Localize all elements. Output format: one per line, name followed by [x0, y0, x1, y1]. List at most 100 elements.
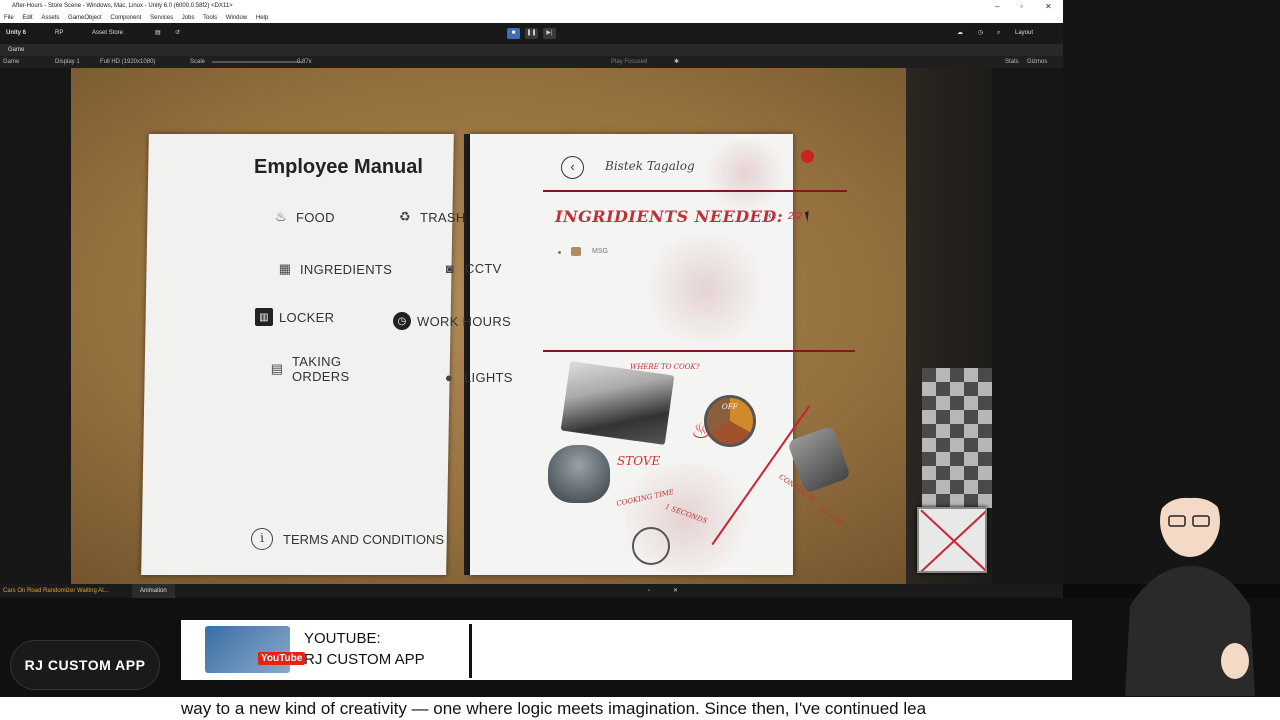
display-dropdown[interactable]: Display 1	[55, 56, 80, 68]
bullet	[558, 251, 561, 254]
clipboard-icon: ▤	[270, 361, 284, 376]
fire-icon: ♨	[691, 418, 711, 443]
rp-button[interactable]: RP	[55, 29, 63, 38]
status-bar: Cars On Road Randomizer Waiting At... An…	[0, 584, 1063, 598]
stove-image	[560, 361, 675, 445]
page-divider	[543, 190, 847, 192]
where-to-cook-hint: WHERE TO COOK?	[630, 363, 700, 371]
taking-orders-line1: TAKING	[292, 354, 342, 369]
terms-and-conditions-link[interactable]: i TERMS AND CONDITIONS	[251, 528, 444, 550]
stats-button[interactable]: Stats	[1005, 56, 1019, 68]
topic-taking-orders[interactable]: ▤ TAKING ORDERS	[254, 350, 364, 388]
locker-icon: ▥	[255, 308, 273, 326]
topic-locker[interactable]: ▥ LOCKER	[241, 304, 349, 330]
trash-bag-icon: ♻	[399, 209, 411, 224]
play-focused-dropdown[interactable]: Play Focused	[611, 56, 647, 68]
resolution-dropdown[interactable]: Full HD (1920x1080)	[100, 56, 155, 68]
topic-food[interactable]: ♨ FOOD	[258, 204, 349, 230]
back-button[interactable]: ‹	[561, 156, 584, 179]
menu-assets[interactable]: Assets	[41, 15, 59, 21]
topic-trash[interactable]: ♻ TRASH	[382, 204, 480, 230]
minimize-icon[interactable]: –	[995, 0, 999, 13]
game-mode-dropdown[interactable]: Game	[3, 56, 19, 68]
clock-icon: ◷	[393, 312, 411, 330]
game-viewport[interactable]	[0, 68, 1063, 584]
menu-edit[interactable]: Edit	[22, 15, 32, 21]
msg-packet-icon	[571, 247, 581, 256]
menu-jobs[interactable]: Jobs	[182, 15, 195, 21]
console-message[interactable]: Cars On Road Randomizer Waiting At...	[3, 584, 109, 598]
step-button[interactable]: ▶|	[543, 28, 556, 39]
ingredients-needed-heading: INGRIDIENTS NEEDED:	[555, 207, 784, 226]
info-icon: i	[251, 528, 273, 550]
topic-lights[interactable]: ● LIGHTS	[426, 364, 527, 390]
layout-dropdown[interactable]: Layout	[1015, 29, 1033, 38]
maximize-panel-icon[interactable]: ▫	[648, 584, 650, 598]
tab-game[interactable]: Game	[0, 44, 1063, 56]
topic-cctv[interactable]: ◙ CCTV	[427, 255, 516, 281]
undo-history-icon[interactable]: ↺	[175, 29, 180, 38]
channel-logo: RJ CUSTOM APP	[10, 640, 160, 690]
manual-right-page	[470, 134, 793, 575]
window-title-bar: After-Hours - Store Scene - Windows, Mac…	[0, 0, 1063, 13]
topic-work-hours[interactable]: ◷ WORK HOURS	[379, 308, 525, 334]
maximize-icon[interactable]: ▫	[1020, 0, 1023, 13]
search-icon[interactable]: ⌕	[997, 29, 1000, 38]
blood-splatter	[640, 234, 770, 344]
menu-tools[interactable]: Tools	[203, 15, 217, 21]
recipe-name: Bistek Tagalog	[605, 159, 695, 173]
tab-animation[interactable]: Animation	[132, 584, 175, 598]
manual-title: Employee Manual	[254, 156, 423, 178]
cloud-icon[interactable]: ☁	[957, 29, 963, 38]
banner-separator	[469, 624, 472, 678]
blood-splatter	[610, 464, 760, 574]
ingredient-item: MSG	[592, 248, 608, 255]
gizmos-button[interactable]: Gizmos	[1027, 56, 1047, 68]
mute-icon[interactable]: ✱	[674, 56, 679, 68]
scrolling-ticker: way to a new kind of creativity — one wh…	[0, 697, 1280, 720]
close-manual-button[interactable]	[917, 507, 987, 573]
youtube-banner	[181, 620, 1072, 680]
checkered-floor	[922, 368, 992, 508]
prev-page-button[interactable]: ‹	[768, 210, 772, 222]
menu-help[interactable]: Help	[256, 15, 268, 21]
menu-services[interactable]: Services	[150, 15, 173, 21]
history-icon[interactable]: ◷	[978, 29, 983, 38]
collab-icon[interactable]: ▤	[155, 29, 161, 38]
youtube-channel-name: RJ CUSTOM APP	[304, 651, 425, 668]
page-divider	[543, 350, 855, 352]
pot-image	[548, 445, 610, 503]
editor-toolbar: Unity 6 RP Asset Store ▤ ↺ ■ ❚❚ ▶| ☁ ◷ ⌕…	[0, 23, 1063, 44]
youtube-logo: YouTube	[258, 652, 306, 665]
lightbulb-icon: ●	[444, 369, 454, 385]
menu-file[interactable]: File	[4, 15, 14, 21]
scale-label: Scale	[190, 59, 206, 65]
stopwatch-icon	[632, 527, 670, 565]
youtube-label: YOUTUBE:	[304, 630, 381, 647]
menu-window[interactable]: Window	[226, 15, 247, 21]
page-indicator: 2/2	[788, 211, 802, 222]
camera-icon: ◙	[445, 260, 455, 276]
blood-splatter	[700, 139, 790, 209]
scale-value: 0.87x	[297, 59, 312, 65]
blood-drop-icon	[801, 150, 814, 163]
pause-button[interactable]: ❚❚	[525, 28, 538, 39]
youtube-thumbnail	[205, 626, 290, 673]
close-icon[interactable]: ✕	[1045, 0, 1052, 13]
crate-icon: ▦	[278, 261, 292, 276]
scale-slider[interactable]	[212, 61, 302, 63]
stove-label: STOVE	[617, 454, 661, 468]
taking-orders-line2: ORDERS	[292, 369, 350, 384]
asset-store-button[interactable]: Asset Store	[92, 29, 123, 38]
unity-account-button[interactable]: Unity 6	[6, 29, 26, 38]
game-view-toolbar: Game Display 1 Full HD (1920x1080) Scale…	[0, 56, 1063, 68]
menu-bar: File Edit Assets GameObject Component Se…	[0, 13, 1063, 23]
menu-gameobject[interactable]: GameObject	[68, 15, 102, 21]
play-button[interactable]: ■	[507, 28, 520, 39]
chef-hat-icon: ♨	[275, 209, 287, 224]
topic-ingredients[interactable]: ▦ INGREDIENTS	[262, 256, 407, 282]
window-title: After-Hours - Store Scene - Windows, Mac…	[12, 3, 233, 9]
close-panel-icon[interactable]: ✕	[673, 584, 678, 598]
dial-off-label: OFF	[722, 403, 738, 411]
menu-component[interactable]: Component	[110, 15, 141, 21]
